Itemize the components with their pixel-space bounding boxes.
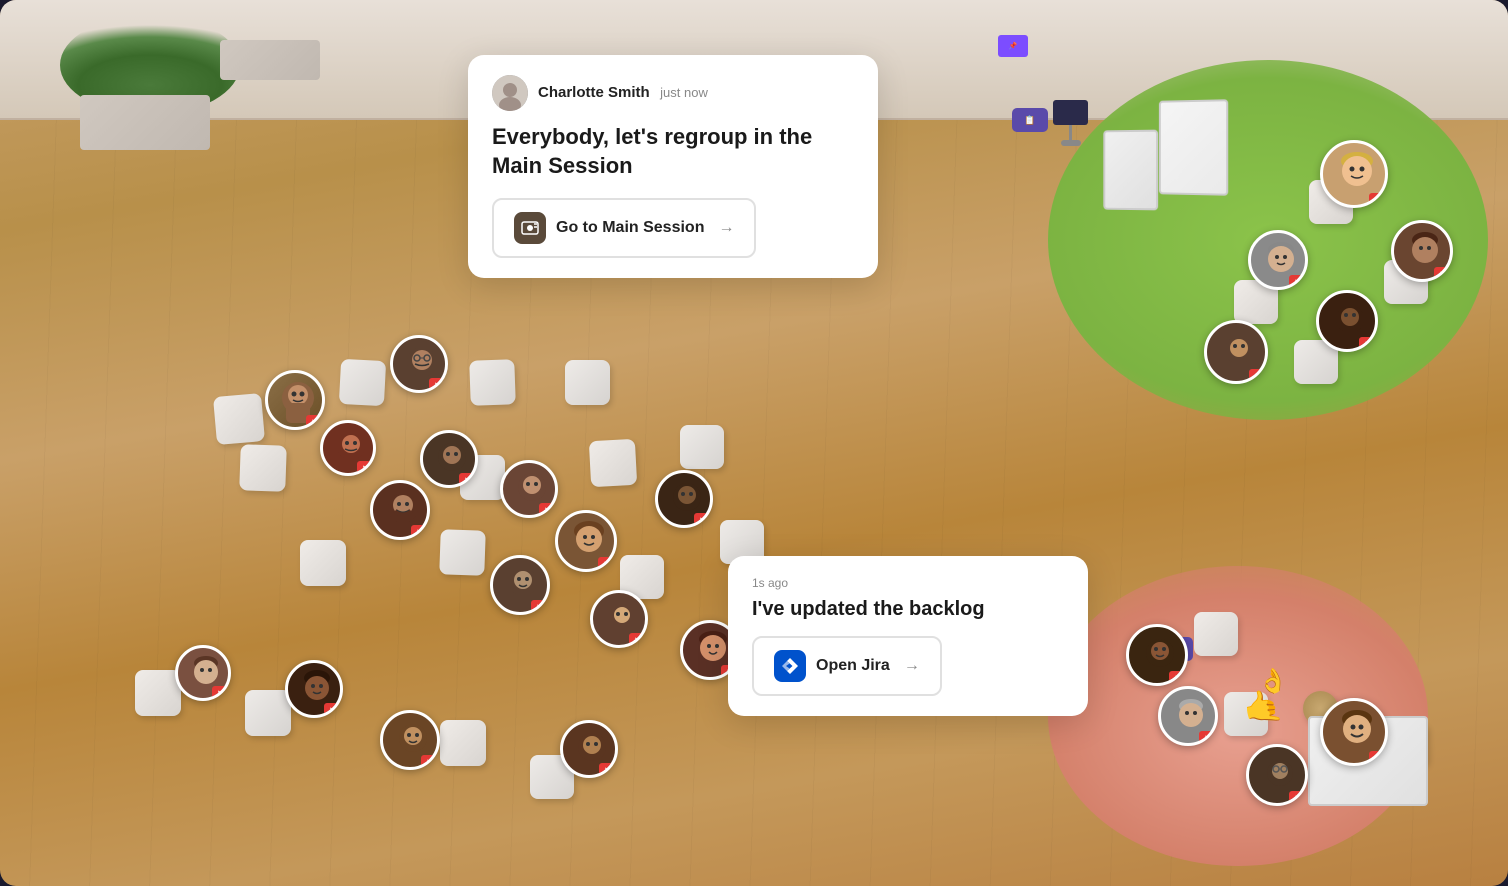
chair [135, 670, 181, 716]
avatar-pink-1: ▶ [1126, 624, 1188, 686]
avatar-9: ▶ [490, 555, 550, 615]
avatar-8: ▶ [655, 470, 713, 528]
avatar-13: ▶ [285, 660, 343, 718]
video-badge: ▶ [421, 755, 439, 769]
video-badge: ▶ [1369, 193, 1387, 207]
card-message: Everybody, let's regroup in the Main Ses… [492, 123, 854, 180]
avatar-pink-4: ▶ [1320, 698, 1388, 766]
emoji-reaction: 🤙 [1240, 685, 1286, 729]
whiteboard-green [1159, 99, 1228, 196]
video-badge: ▶ [539, 503, 557, 517]
video-badge: ▶ [599, 763, 617, 777]
video-badge: ▶ [598, 557, 616, 571]
video-badge: ▶ [694, 513, 712, 527]
avatar-1: ▶ [265, 370, 325, 430]
card-time-small: 1s ago [752, 576, 1064, 590]
avatar-green-3: ▶ [1248, 230, 1308, 290]
card-avatar [492, 75, 528, 111]
chair [300, 540, 346, 586]
avatar-green-4: ▶ [1316, 290, 1378, 352]
chair [469, 359, 516, 406]
video-badge: ▶ [1359, 337, 1377, 351]
avatar-green-5: ▶ [1204, 320, 1268, 384]
video-badge: ▶ [324, 703, 342, 717]
video-badge: ▶ [531, 600, 549, 614]
plant-decoration [60, 30, 240, 150]
avatar-green-1: ▶ [1320, 140, 1388, 208]
video-badge: ▶ [212, 686, 230, 700]
video-badge: ▶ [629, 633, 647, 647]
avatar-2: ▶ [390, 335, 448, 393]
video-badge: ▶ [429, 378, 447, 392]
device-icon-top: 📋 [1012, 108, 1048, 132]
video-badge: ▶ [1369, 751, 1387, 765]
card-author: Charlotte Smith [538, 84, 650, 101]
chair [439, 529, 486, 576]
open-jira-button[interactable]: Open Jira → [752, 636, 942, 696]
chair [565, 360, 610, 405]
avatar-pink-2: ▶ [1158, 686, 1218, 746]
open-jira-arrow: → [904, 657, 920, 675]
scene-container: 📋 📋 📌 [0, 0, 1508, 886]
monitor-stand [1053, 100, 1088, 150]
video-badge: ▶ [1199, 731, 1217, 745]
avatar-5: ▶ [370, 480, 430, 540]
avatar-pink-3: ▶ [1246, 744, 1308, 806]
go-to-main-session-button[interactable]: Go to Main Session → [492, 198, 756, 258]
avatar-15: ▶ [560, 720, 618, 778]
open-jira-label: Open Jira [816, 657, 890, 675]
card-time: just now [660, 85, 708, 100]
avatar-3: ▶ [320, 420, 376, 476]
avatar-10: ▶ [590, 590, 648, 648]
session-icon [514, 212, 546, 244]
video-badge: ▶ [357, 461, 375, 475]
avatar-4: ▶ [420, 430, 478, 488]
card-header: Charlotte Smith just now [492, 75, 854, 111]
avatar-14: ▶ [380, 710, 440, 770]
chair [245, 690, 291, 736]
wall-sticker: 📌 [998, 35, 1028, 57]
video-badge: ▶ [1249, 369, 1267, 383]
go-to-session-arrow: → [718, 219, 734, 237]
video-badge: ▶ [1169, 671, 1187, 685]
chair [239, 444, 287, 492]
video-badge: ▶ [459, 473, 477, 487]
avatar-7: ▶ [555, 510, 617, 572]
avatar-12: ▶ [175, 645, 231, 701]
video-badge: ▶ [1289, 791, 1307, 805]
plant-box-2 [220, 40, 320, 80]
chair [680, 425, 724, 469]
video-badge: ▶ [1434, 267, 1452, 281]
card-message-jira: I've updated the backlog [752, 596, 1064, 622]
chair-pink [1194, 612, 1238, 656]
chair [589, 439, 637, 487]
video-badge: ▶ [1289, 275, 1307, 289]
chair [213, 393, 265, 445]
avatar-6: ▶ [500, 460, 558, 518]
jira-icon [774, 650, 806, 682]
video-badge: ▶ [411, 525, 429, 539]
avatar-green-2: ▶ [1391, 220, 1453, 282]
whiteboard-green-2 [1103, 130, 1158, 211]
video-badge: ▶ [306, 415, 324, 429]
chat-card-jira: 1s ago I've updated the backlog Open Jir… [728, 556, 1088, 716]
chair [339, 359, 386, 406]
go-to-main-session-label: Go to Main Session [556, 219, 704, 237]
chair [440, 720, 486, 766]
chat-card-main-session: Charlotte Smith just now Everybody, let'… [468, 55, 878, 278]
